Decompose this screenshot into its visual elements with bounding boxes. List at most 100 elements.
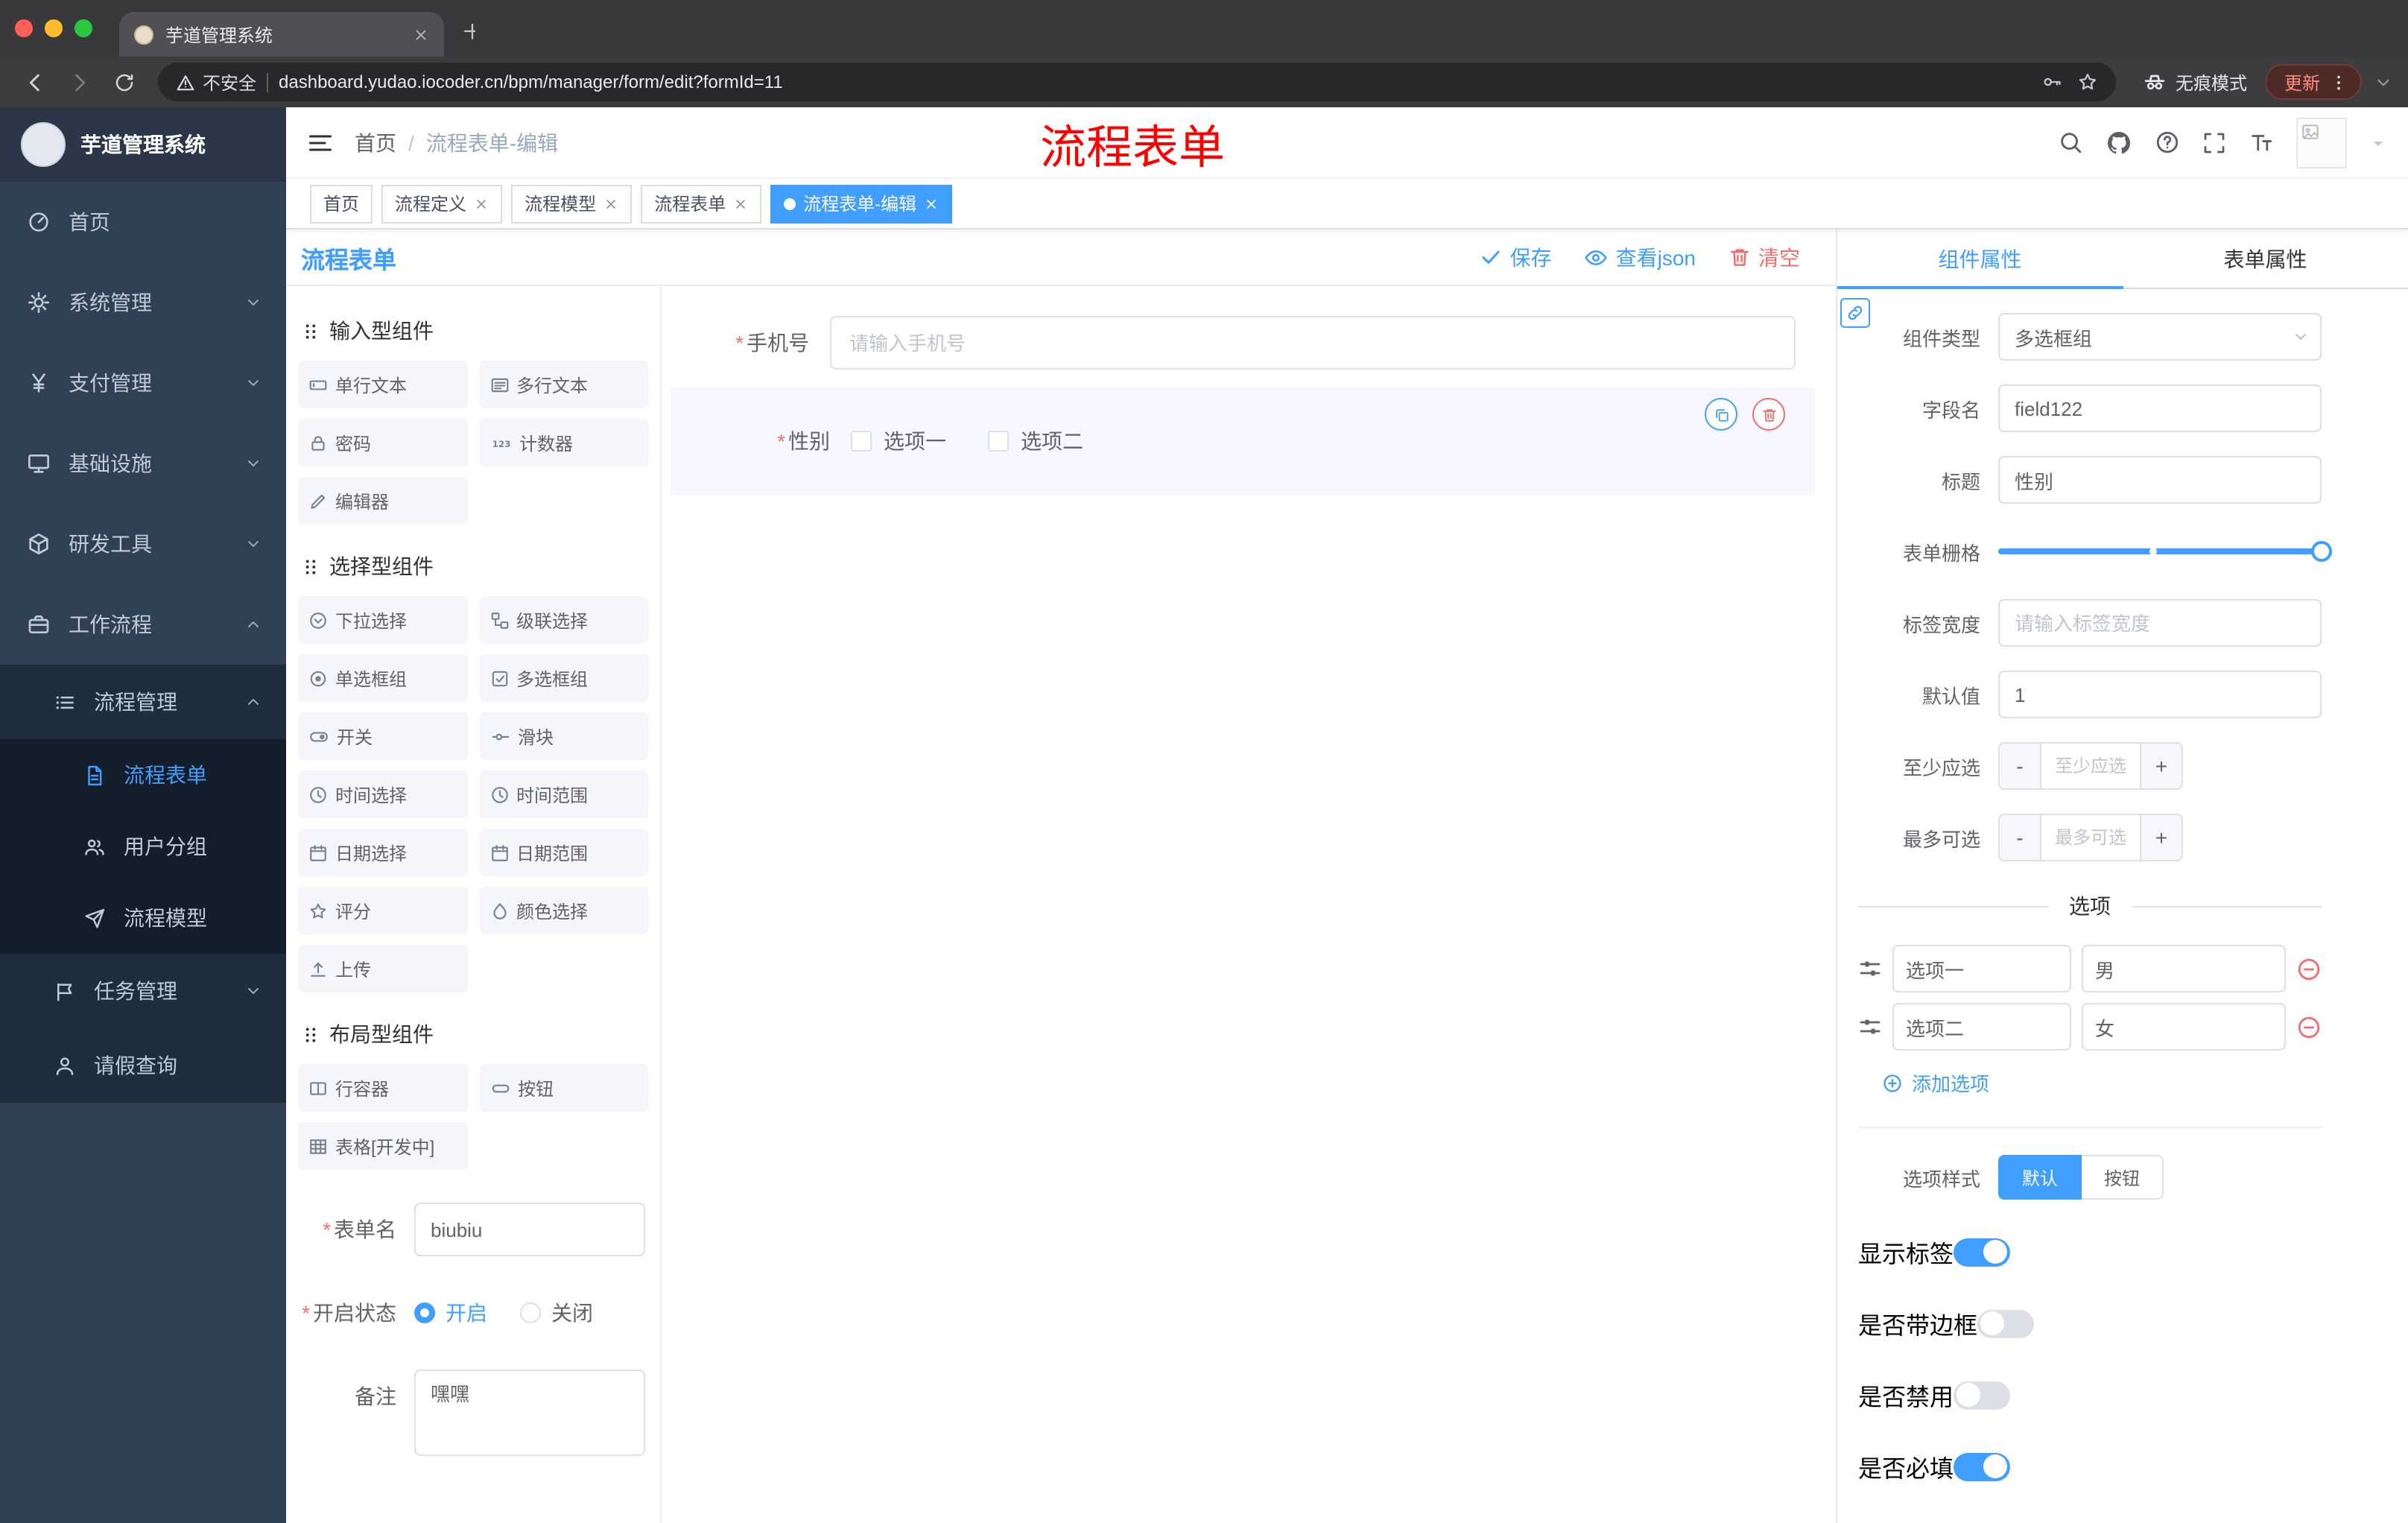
tag-process-form[interactable]: 流程表单 [641, 184, 762, 223]
palette-item-upload[interactable]: 上传 [298, 945, 467, 992]
show-label-toggle[interactable] [1954, 1238, 2011, 1266]
sidebar-logo[interactable]: 芋道管理系统 [0, 107, 286, 182]
option-name-input[interactable] [1892, 945, 2071, 992]
delete-component-button[interactable] [1752, 398, 1785, 431]
back-button[interactable] [15, 63, 54, 101]
checkbox[interactable] [851, 431, 872, 452]
form-grid-slider[interactable] [1998, 528, 2332, 575]
tag-home[interactable]: 首页 [310, 184, 373, 223]
sidebar-collapse-button[interactable] [307, 129, 334, 156]
palette-item-editor[interactable]: 编辑器 [298, 477, 467, 525]
palette-item-radio-group[interactable]: 单选框组 [298, 654, 467, 702]
palette-item-multi-line-text[interactable]: 多行文本 [479, 361, 648, 408]
sidebar-item-user-group[interactable]: 用户分组 [0, 811, 286, 882]
copy-component-button[interactable] [1705, 398, 1737, 431]
window-zoom-button[interactable] [75, 19, 92, 37]
tag-close-icon[interactable] [733, 196, 748, 211]
field-name-input[interactable] [1998, 384, 2322, 432]
sidebar-item-workflow[interactable]: 工作流程 [0, 584, 286, 665]
min-select-input[interactable] [2041, 744, 2140, 788]
update-button[interactable]: 更新 [2264, 64, 2362, 100]
browser-tab[interactable]: 芋道管理系统 [119, 12, 444, 57]
palette-item-password[interactable]: 密码 [298, 419, 467, 466]
phone-input[interactable] [830, 316, 1796, 370]
form-name-input[interactable] [414, 1203, 645, 1256]
palette-item-slider[interactable]: 滑块 [479, 712, 648, 760]
palette-item-button[interactable]: 按钮 [479, 1064, 648, 1112]
save-button[interactable]: 保存 [1480, 242, 1552, 272]
tag-close-icon[interactable] [603, 196, 618, 211]
sidebar-item-devtools[interactable]: 研发工具 [0, 504, 286, 584]
sidebar-item-process-form[interactable]: 流程表单 [0, 739, 286, 811]
sidebar-item-leave-query[interactable]: 请假查询 [0, 1028, 286, 1103]
sidebar-item-system[interactable]: 系统管理 [0, 262, 286, 343]
tag-process-form-edit[interactable]: 流程表单-编辑 [770, 184, 953, 223]
decrease-button[interactable]: - [2000, 744, 2041, 788]
disabled-toggle[interactable] [1954, 1381, 2011, 1409]
option-name-input[interactable] [1892, 1003, 2071, 1051]
form-remark-textarea[interactable]: 嘿嘿 [414, 1370, 645, 1456]
fullscreen-icon[interactable] [2202, 130, 2226, 154]
increase-button[interactable]: + [2140, 815, 2182, 860]
slider-handle[interactable] [2311, 541, 2332, 562]
gender-option-2[interactable]: 选项二 [988, 426, 1083, 456]
tab-close-icon[interactable] [413, 26, 429, 42]
doc-link-button[interactable] [1840, 298, 1870, 328]
palette-item-checkbox-group[interactable]: 多选框组 [479, 654, 648, 702]
status-on-radio[interactable]: 开启 [414, 1298, 487, 1328]
sidebar-item-home[interactable]: 首页 [0, 182, 286, 262]
security-chip[interactable]: 不安全 [176, 69, 256, 95]
tag-process-model[interactable]: 流程模型 [511, 184, 633, 223]
view-json-button[interactable]: 查看json [1585, 242, 1696, 272]
sidebar-item-process-mgmt[interactable]: 流程管理 [0, 665, 286, 739]
status-off-radio[interactable]: 关闭 [520, 1298, 593, 1328]
palette-item-row-container[interactable]: 行容器 [298, 1064, 467, 1112]
palette-item-single-line-text[interactable]: 单行文本 [298, 361, 467, 408]
label-width-input[interactable] [1998, 599, 2322, 647]
palette-item-time-range[interactable]: 时间范围 [479, 770, 648, 818]
breadcrumb-home[interactable]: 首页 [355, 127, 396, 157]
drag-handle-icon[interactable] [1858, 957, 1882, 981]
search-icon[interactable] [2058, 130, 2083, 155]
palette-item-table[interactable]: 表格[开发中] [298, 1122, 467, 1170]
browser-menu-icon[interactable] [2329, 72, 2348, 92]
component-type-select[interactable]: 多选框组 [1998, 313, 2322, 361]
add-option-button[interactable]: 添加选项 [1882, 1068, 2322, 1097]
default-value-input[interactable] [1998, 671, 2322, 718]
palette-item-select[interactable]: 下拉选择 [298, 596, 467, 644]
with-border-toggle[interactable] [1977, 1309, 2035, 1337]
user-avatar[interactable] [2296, 117, 2347, 168]
palette-item-cascader[interactable]: 级联选择 [479, 596, 648, 644]
title-input[interactable] [1998, 456, 2322, 504]
font-size-icon[interactable] [2249, 130, 2274, 155]
reload-button[interactable] [104, 63, 143, 101]
remove-option-button[interactable] [2296, 1014, 2322, 1039]
option-value-input[interactable] [2082, 945, 2286, 992]
gender-option-1[interactable]: 选项一 [851, 426, 946, 456]
required-toggle[interactable] [1954, 1452, 2011, 1481]
palette-item-counter[interactable]: 计数器 [479, 419, 648, 466]
palette-item-time-picker[interactable]: 时间选择 [298, 770, 467, 818]
palette-item-date-range[interactable]: 日期范围 [479, 829, 648, 876]
window-close-button[interactable] [15, 19, 33, 37]
new-tab-button[interactable] [444, 12, 486, 57]
palette-item-switch[interactable]: 开关 [298, 712, 467, 760]
option-value-input[interactable] [2082, 1003, 2286, 1051]
address-bar[interactable]: 不安全 dashboard.yudao.iocoder.cn/bpm/manag… [158, 63, 2116, 101]
remove-option-button[interactable] [2296, 956, 2322, 981]
phone-field[interactable]: * 手机号 [682, 316, 1796, 370]
style-default-button[interactable]: 默认 [1998, 1155, 2082, 1200]
clear-button[interactable]: 清空 [1729, 242, 1800, 272]
decrease-button[interactable]: - [2000, 815, 2041, 860]
max-select-input[interactable] [2041, 815, 2140, 860]
drag-handle-icon[interactable] [1858, 1015, 1882, 1039]
window-minimize-button[interactable] [45, 19, 63, 37]
increase-button[interactable]: + [2140, 744, 2182, 788]
palette-item-date-picker[interactable]: 日期选择 [298, 829, 467, 876]
sidebar-item-process-model[interactable]: 流程模型 [0, 882, 286, 954]
palette-item-color-picker[interactable]: 颜色选择 [479, 887, 648, 934]
forward-button[interactable] [60, 63, 98, 101]
sidebar-item-payment[interactable]: 支付管理 [0, 343, 286, 423]
gender-field-selected[interactable]: * 性别 选项一 选项二 [671, 387, 1815, 495]
tab-component-props[interactable]: 组件属性 [1837, 229, 2123, 289]
